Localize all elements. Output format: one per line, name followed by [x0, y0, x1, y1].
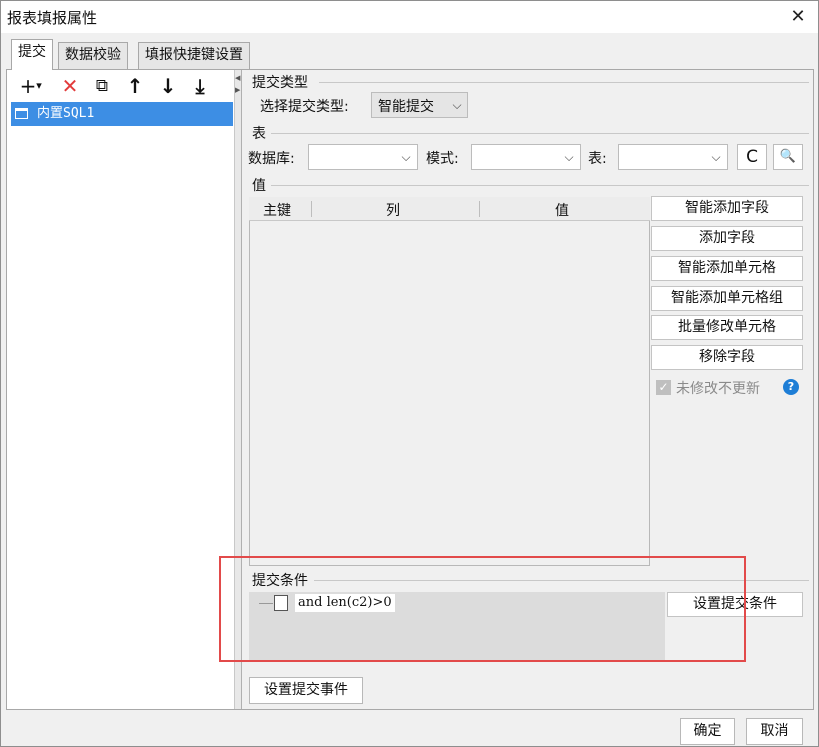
fields-table[interactable] [249, 197, 650, 566]
values-group-label: 值 [252, 178, 266, 194]
schema-select[interactable]: ⌵ [471, 144, 581, 170]
close-icon[interactable]: ✕ [783, 5, 813, 29]
collapse-left-icon[interactable]: ◀ [235, 74, 240, 82]
smart-add-cell-button[interactable]: 智能添加单元格 [651, 256, 803, 281]
move-down-icon[interactable]: ↓ [157, 73, 179, 99]
table-label: 表: [588, 151, 607, 167]
tree-item-label: 内置SQL1 [37, 106, 95, 121]
group-divider [314, 580, 809, 581]
submit-type-group-label: 提交类型 [252, 75, 308, 91]
group-divider [271, 185, 809, 186]
submit-type-value: 智能提交 [378, 99, 434, 115]
tab-data-validation[interactable]: 数据校验 [58, 42, 128, 69]
help-icon[interactable]: ? [783, 379, 799, 395]
sql-list-panel [7, 70, 235, 709]
column-header-value[interactable]: 值 [555, 200, 569, 220]
dialog-title: 报表填报属性 [7, 9, 98, 27]
column-header-column[interactable]: 列 [386, 200, 400, 220]
document-icon [274, 595, 288, 611]
submit-type-label: 选择提交类型: [260, 99, 349, 115]
divider [241, 70, 242, 709]
column-separator [311, 201, 312, 217]
database-select[interactable]: ⌵ [308, 144, 418, 170]
tab-fill-shortcut-settings[interactable]: 填报快捷键设置 [138, 42, 250, 69]
schema-label: 模式: [426, 151, 459, 167]
chevron-down-icon: ⌵ [452, 98, 462, 112]
refresh-button[interactable]: C [737, 144, 767, 170]
column-header-primary-key[interactable]: 主键 [263, 200, 291, 220]
group-divider [271, 133, 809, 134]
table-select[interactable]: ⌵ [618, 144, 728, 170]
copy-icon[interactable]: ⧉ [91, 73, 113, 99]
preview-icon: 🔍 [779, 149, 797, 164]
tab-submit[interactable]: 提交 [11, 39, 53, 70]
table-group-label: 表 [252, 126, 266, 142]
group-divider [319, 82, 809, 83]
collapse-right-icon[interactable]: ▶ [235, 86, 240, 94]
refresh-icon: C [746, 147, 758, 167]
ok-button[interactable]: 确定 [680, 718, 735, 745]
dialog-window: 报表填报属性 ✕ 提交 数据校验 填报快捷键设置 + ▾ ✕ ⧉ ↑ ↓ ⤓ 内… [0, 0, 819, 747]
unmodified-no-update-checkbox[interactable]: ✓ [656, 380, 671, 395]
remove-field-button[interactable]: 移除字段 [651, 345, 803, 370]
tree-item-builtin-sql[interactable]: 内置SQL1 [11, 102, 233, 126]
batch-modify-cells-button[interactable]: 批量修改单元格 [651, 315, 803, 340]
cancel-button[interactable]: 取消 [746, 718, 803, 745]
chevron-down-icon: ⌵ [564, 150, 574, 164]
set-submit-condition-button[interactable]: 设置提交条件 [667, 592, 803, 617]
chevron-down-icon: ⌵ [711, 150, 721, 164]
smart-add-field-button[interactable]: 智能添加字段 [651, 196, 803, 221]
tree-connector [259, 603, 273, 604]
table-icon [15, 108, 28, 119]
submit-type-select[interactable]: 智能提交 ⌵ [371, 92, 468, 118]
add-field-button[interactable]: 添加字段 [651, 226, 803, 251]
title-bar: 报表填报属性 ✕ [1, 1, 818, 33]
fields-table-header: 主键 列 值 [249, 197, 650, 221]
move-up-icon[interactable]: ↑ [124, 73, 146, 99]
database-label: 数据库: [248, 151, 295, 167]
add-dropdown-icon[interactable]: ▾ [34, 73, 44, 99]
column-separator [479, 201, 480, 217]
delete-icon[interactable]: ✕ [59, 73, 81, 99]
smart-add-cell-group-button[interactable]: 智能添加单元格组 [651, 286, 803, 311]
condition-node[interactable]: and len(c2)>0 [295, 594, 395, 612]
set-submit-event-button[interactable]: 设置提交事件 [249, 677, 363, 704]
preview-table-button[interactable]: 🔍 [773, 144, 803, 170]
chevron-down-icon: ⌵ [401, 150, 411, 164]
unmodified-no-update-label: 未修改不更新 [676, 381, 760, 397]
move-to-bottom-icon[interactable]: ⤓ [189, 73, 211, 99]
submit-condition-group-label: 提交条件 [252, 573, 308, 589]
